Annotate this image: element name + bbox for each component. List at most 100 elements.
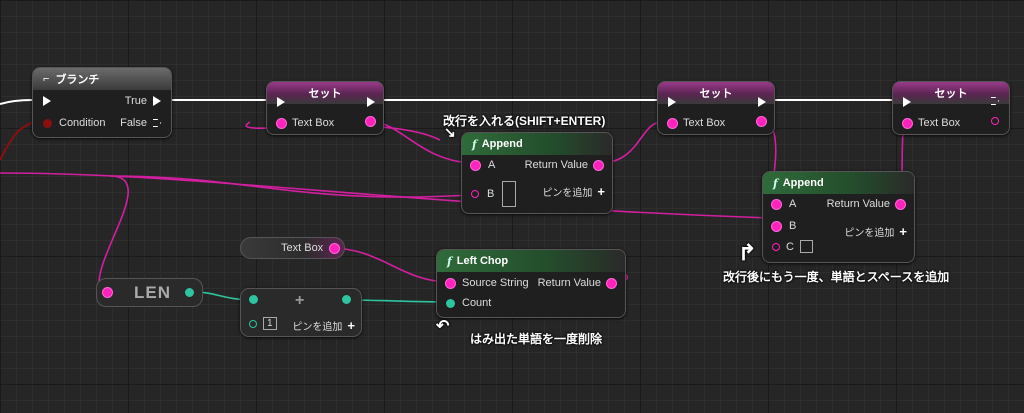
set2-exec-out[interactable] bbox=[758, 97, 766, 107]
exec-out-hollow-icon bbox=[991, 97, 999, 105]
set1-textbox-pin[interactable]: Text Box bbox=[277, 117, 334, 129]
string-pin-icon bbox=[896, 199, 905, 209]
int-pin-icon bbox=[342, 295, 351, 304]
append1-add-pin-button[interactable]: ピンを追加 + bbox=[542, 184, 605, 199]
string-pin-icon bbox=[446, 278, 455, 288]
left-chop-node[interactable]: f Left Chop Source String Return Value Co… bbox=[436, 249, 626, 318]
set1-exec-in[interactable] bbox=[277, 97, 285, 107]
branch-header: ⌐ ブランチ bbox=[33, 68, 171, 90]
string-pin-icon bbox=[772, 199, 781, 209]
add-operator: + bbox=[295, 292, 304, 310]
append1-return-pin[interactable]: Return Value bbox=[525, 159, 603, 171]
add-int-node[interactable]: + 1 ピンを追加 + bbox=[240, 288, 362, 337]
function-icon: f bbox=[773, 176, 778, 190]
string-pin-hollow-icon bbox=[772, 242, 780, 251]
set1-out-pin[interactable] bbox=[366, 117, 375, 126]
string-pin-hollow-icon bbox=[991, 117, 999, 125]
add-out-pin[interactable] bbox=[342, 295, 351, 304]
set3-exec-in[interactable] bbox=[903, 97, 911, 107]
exec-out-hollow-icon bbox=[153, 119, 161, 127]
plus-icon: + bbox=[347, 318, 355, 333]
add-in-b-pin[interactable]: 1 bbox=[249, 317, 277, 330]
b-text-field[interactable] bbox=[502, 181, 517, 207]
append2-c-pin[interactable]: C bbox=[772, 240, 813, 253]
set2-textbox-pin[interactable]: Text Box bbox=[668, 117, 725, 129]
curved-arrow-icon: ↶ bbox=[436, 318, 450, 335]
left-chop-return-pin[interactable]: Return Value bbox=[538, 277, 616, 289]
string-pin-icon bbox=[471, 160, 480, 170]
plus-icon: + bbox=[597, 184, 605, 199]
branch-icon: ⌐ bbox=[43, 73, 50, 85]
branch-exec-in[interactable] bbox=[43, 96, 51, 106]
set2-out-pin[interactable] bbox=[757, 117, 766, 126]
exec-in-icon bbox=[277, 97, 285, 107]
arrow-icon: ↘ bbox=[444, 124, 456, 140]
string-pin-icon bbox=[594, 160, 603, 170]
left-chop-source-pin[interactable]: Source String bbox=[446, 277, 529, 289]
exec-in-icon bbox=[43, 96, 51, 106]
annotation-newline: 改行を入れる(SHIFT+ENTER) bbox=[443, 114, 606, 128]
string-pin-hollow-icon bbox=[471, 190, 479, 198]
add-value-field[interactable]: 1 bbox=[263, 317, 277, 330]
bool-pin-icon bbox=[43, 118, 52, 128]
append2-a-pin[interactable]: A bbox=[772, 198, 796, 210]
set-node-3[interactable]: セット Text Box bbox=[892, 81, 1010, 135]
textbox-variable-node[interactable]: Text Box bbox=[240, 237, 345, 259]
annotation-after-newline: 改行後にもう一度、単語とスペースを追加 bbox=[723, 270, 950, 284]
string-pin-icon[interactable] bbox=[330, 243, 340, 253]
string-pin-icon bbox=[903, 118, 912, 128]
append2-header: f Append bbox=[763, 172, 914, 194]
left-chop-header: f Left Chop bbox=[437, 250, 625, 272]
left-chop-count-pin[interactable]: Count bbox=[446, 297, 491, 309]
string-pin-icon bbox=[607, 278, 616, 288]
exec-out-icon bbox=[153, 96, 161, 106]
set-node-2[interactable]: セット Text Box bbox=[657, 81, 775, 135]
set1-exec-out[interactable] bbox=[367, 97, 375, 107]
int-pin-icon bbox=[446, 298, 455, 308]
string-wire-long bbox=[0, 172, 771, 219]
function-icon: f bbox=[472, 137, 477, 151]
set-node-1[interactable]: セット Text Box bbox=[266, 81, 384, 135]
c-text-field[interactable] bbox=[799, 240, 813, 253]
exec-out-icon bbox=[758, 97, 766, 107]
int-pin-icon[interactable] bbox=[185, 288, 194, 297]
set3-textbox-pin[interactable]: Text Box bbox=[903, 117, 960, 129]
annotation-delete-word: はみ出た単語を一度削除 bbox=[470, 332, 603, 346]
string-pin-icon[interactable] bbox=[103, 288, 112, 297]
append1-header: f Append bbox=[462, 133, 612, 155]
int-pin-icon bbox=[249, 295, 258, 304]
len-node[interactable]: LEN bbox=[96, 278, 203, 307]
int-pin-hollow-icon bbox=[249, 319, 257, 328]
append2-add-pin-button[interactable]: ピンを追加 + bbox=[844, 224, 907, 239]
branch-title: ブランチ bbox=[55, 74, 100, 86]
curved-arrow-icon: ↱ bbox=[738, 240, 757, 265]
string-pin-icon bbox=[757, 117, 766, 126]
string-wire-source bbox=[329, 247, 447, 283]
branch-node[interactable]: ⌐ ブランチ True Condition False bbox=[32, 67, 172, 138]
append-node-1[interactable]: f Append A Return Value B ピンを追加 + bbox=[461, 132, 613, 214]
exec-out-icon bbox=[367, 97, 375, 107]
branch-true-pin[interactable]: True bbox=[125, 95, 161, 107]
exec-wire-in bbox=[0, 99, 33, 105]
append1-a-pin[interactable]: A bbox=[471, 159, 495, 171]
function-icon: f bbox=[447, 254, 452, 268]
string-pin-icon bbox=[668, 118, 677, 128]
add-add-pin-button[interactable]: ピンを追加 + bbox=[292, 318, 355, 333]
plus-operator-icon: + bbox=[295, 292, 305, 309]
string-wire-len bbox=[98, 175, 129, 291]
append1-b-pin[interactable]: B bbox=[471, 181, 517, 207]
branch-false-pin[interactable]: False bbox=[120, 117, 161, 129]
set3-out-pin[interactable] bbox=[991, 117, 999, 125]
append-node-2[interactable]: f Append A Return Value B ピンを追加 + C bbox=[762, 171, 915, 263]
set2-exec-in[interactable] bbox=[668, 97, 676, 107]
add-in-a-pin[interactable] bbox=[249, 295, 258, 304]
branch-condition-pin[interactable]: Condition bbox=[43, 117, 105, 129]
string-pin-icon bbox=[772, 221, 781, 231]
len-label: LEN bbox=[134, 282, 171, 302]
exec-in-icon bbox=[903, 97, 911, 107]
append2-b-pin[interactable]: B bbox=[772, 220, 796, 232]
set3-exec-out[interactable] bbox=[991, 97, 999, 105]
plus-icon: + bbox=[899, 224, 907, 239]
append2-return-pin[interactable]: Return Value bbox=[827, 198, 905, 210]
string-pin-icon bbox=[366, 117, 375, 126]
